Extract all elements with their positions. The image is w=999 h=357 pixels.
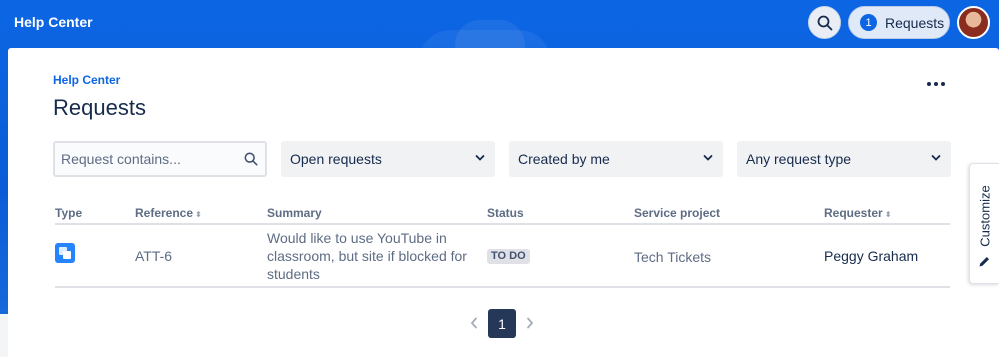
request-type-filter-value: Any request type: [746, 151, 852, 167]
row-service-project: Tech Tickets: [634, 249, 712, 265]
request-search-input[interactable]: [61, 149, 241, 169]
requests-button-label: Requests: [885, 14, 945, 31]
more-actions-button[interactable]: [922, 73, 950, 95]
sort-icon: ⬍: [884, 210, 892, 219]
table-row-divider: [55, 286, 950, 288]
column-header-reference-label: Reference: [135, 206, 194, 220]
help-center-link[interactable]: Help Center: [14, 14, 93, 30]
row-summary-link[interactable]: Would like to use YouTube in classroom, …: [267, 229, 467, 283]
chevron-right-icon: [527, 317, 534, 329]
chevron-down-icon: [703, 155, 713, 161]
page-title: Requests: [53, 95, 146, 120]
sort-icon: ⬍: [195, 210, 202, 219]
breadcrumb[interactable]: Help Center: [53, 73, 120, 87]
request-type-icon: [55, 243, 75, 263]
table-header-divider: [55, 223, 950, 225]
customize-tab[interactable]: Customize: [969, 163, 999, 284]
avatar[interactable]: [957, 6, 990, 39]
status-badge: TO DO: [487, 249, 530, 264]
column-header-status: Status: [487, 206, 524, 220]
page-button-current[interactable]: 1: [488, 309, 516, 338]
row-reference[interactable]: ATT-6: [135, 248, 172, 264]
search-icon: [817, 15, 832, 30]
creator-filter-value: Created by me: [518, 151, 610, 167]
column-header-type: Type: [55, 206, 83, 220]
request-type-filter-select[interactable]: Any request type: [737, 141, 951, 177]
creator-filter-select[interactable]: Created by me: [509, 141, 723, 177]
column-header-requester-label: Requester: [824, 206, 883, 220]
requests-count-badge: 1: [860, 14, 877, 31]
status-filter-value: Open requests: [290, 151, 382, 167]
row-requester: Peggy Graham: [824, 248, 919, 264]
chevron-down-icon: [475, 155, 485, 161]
header-search-button[interactable]: [808, 6, 841, 39]
more-icon: [927, 82, 931, 86]
search-icon: [244, 152, 258, 166]
request-search-field: [53, 141, 267, 177]
next-page-button[interactable]: [522, 313, 538, 333]
chevron-left-icon: [470, 317, 477, 329]
more-icon: [934, 82, 938, 86]
more-icon: [941, 82, 945, 86]
column-header-summary: Summary: [267, 206, 322, 220]
requests-button[interactable]: 1 Requests: [848, 6, 950, 39]
column-header-reference[interactable]: Reference ⬍: [135, 206, 202, 220]
column-header-service-project: Service project: [634, 206, 721, 220]
previous-page-button[interactable]: [466, 313, 482, 333]
pencil-icon: [979, 257, 989, 267]
status-filter-select[interactable]: Open requests: [281, 141, 495, 177]
customize-label: Customize: [977, 185, 992, 247]
column-header-requester[interactable]: Requester ⬍: [824, 206, 891, 220]
chevron-down-icon: [931, 155, 941, 161]
